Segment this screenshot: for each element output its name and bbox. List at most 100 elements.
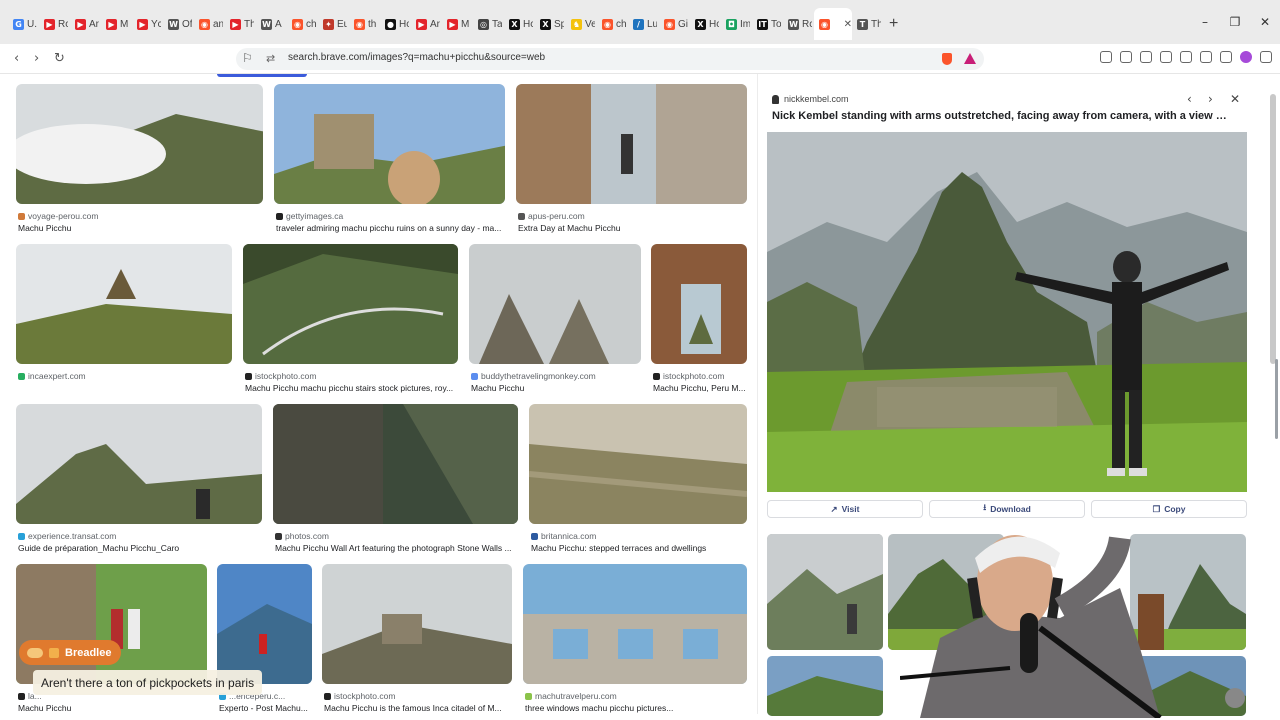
download-button[interactable]: ⭳ Download: [929, 500, 1085, 518]
result-caption[interactable]: Experto - Post Machu...: [219, 703, 314, 713]
panel-scrollbar[interactable]: [1270, 94, 1276, 364]
result-thumbnail[interactable]: [16, 244, 232, 364]
result-caption[interactable]: Machu Picchu: [18, 703, 209, 713]
next-image-icon[interactable]: ›: [1208, 92, 1213, 106]
new-tab-icon[interactable]: +: [889, 15, 898, 33]
related-image[interactable]: [767, 656, 883, 716]
back-icon[interactable]: ‹: [14, 51, 19, 66]
result-caption[interactable]: traveler admiring machu picchu ruins on …: [276, 223, 507, 233]
result-thumbnail[interactable]: [16, 84, 263, 204]
minimize-icon[interactable]: –: [1190, 15, 1220, 29]
forward-icon[interactable]: ›: [34, 51, 39, 66]
result-source[interactable]: istockphoto.com: [653, 371, 724, 381]
browser-tab[interactable]: ▶ Yc: [132, 8, 163, 40]
browser-tab[interactable]: X Hc: [504, 8, 535, 40]
extension-icon[interactable]: [1120, 51, 1132, 63]
detail-title[interactable]: Nick Kembel standing with arms outstretc…: [772, 110, 1232, 122]
result-source[interactable]: buddythetravelingmonkey.com: [471, 371, 596, 381]
browser-tab[interactable]: WA: [256, 8, 287, 40]
result-caption[interactable]: Machu Picchu Wall Art featuring the phot…: [275, 543, 520, 553]
browser-tab[interactable]: ◘ Im: [721, 8, 752, 40]
close-panel-icon[interactable]: ✕: [1230, 92, 1240, 106]
sidebar-icon[interactable]: [1160, 51, 1172, 63]
reload-icon[interactable]: ↻: [54, 51, 65, 66]
profile-icon[interactable]: [1240, 51, 1252, 63]
detail-source-label[interactable]: nickkembel.com: [784, 94, 849, 104]
copy-button[interactable]: ❐ Copy: [1091, 500, 1247, 518]
browser-tab[interactable]: ◉ Gi: [659, 8, 690, 40]
page-scrollbar[interactable]: [1275, 359, 1278, 439]
result-source[interactable]: machutravelperu.com: [525, 691, 617, 701]
result-thumbnail[interactable]: [243, 244, 458, 364]
result-thumbnail[interactable]: [217, 564, 312, 684]
result-caption[interactable]: Extra Day at Machu Picchu: [518, 223, 749, 233]
result-thumbnail[interactable]: [274, 84, 505, 204]
result-source[interactable]: britannica.com: [531, 531, 596, 541]
result-source[interactable]: voyage-perou.com: [18, 211, 98, 221]
result-thumbnail[interactable]: [273, 404, 518, 524]
browser-tab[interactable]: T Th: [852, 8, 883, 40]
result-thumbnail[interactable]: [529, 404, 747, 524]
result-source[interactable]: incaexpert.com: [18, 371, 86, 381]
result-caption[interactable]: Guide de préparation_Machu Picchu_Caro: [18, 543, 264, 553]
previous-image-icon[interactable]: ‹: [1187, 92, 1192, 106]
browser-tab[interactable]: X Sp: [535, 8, 566, 40]
visit-button[interactable]: ↗ Visit: [767, 500, 923, 518]
result-source[interactable]: istockphoto.com: [245, 371, 316, 381]
result-thumbnail[interactable]: [516, 84, 747, 204]
result-thumbnail[interactable]: [651, 244, 747, 364]
detail-source[interactable]: nickkembel.com: [772, 94, 849, 104]
site-info-icon[interactable]: ⇄: [266, 52, 275, 65]
result-thumbnail[interactable]: [16, 564, 207, 684]
result-thumbnail[interactable]: [523, 564, 747, 684]
browser-tab[interactable]: / Lu: [628, 8, 659, 40]
restore-icon[interactable]: ❐: [1220, 15, 1250, 29]
browser-tab[interactable]: ◉ ch: [597, 8, 628, 40]
result-source[interactable]: photos.com: [275, 531, 329, 541]
wallet-icon[interactable]: [1180, 51, 1192, 63]
url-text[interactable]: search.brave.com/images?q=machu+picchu&s…: [288, 52, 545, 63]
result-source[interactable]: apus-peru.com: [518, 211, 585, 221]
browser-tab[interactable]: ▶ Th: [225, 8, 256, 40]
browser-tab[interactable]: ▶ Ar: [70, 8, 101, 40]
browser-tab[interactable]: ◎ Ta: [473, 8, 504, 40]
browser-tab[interactable]: ◉ ✕: [814, 8, 852, 40]
browser-tab[interactable]: ◉ ch: [287, 8, 318, 40]
result-source[interactable]: experience.transat.com: [18, 531, 116, 541]
brave-rewards-icon[interactable]: [964, 53, 976, 64]
browser-tab[interactable]: W Rc: [783, 8, 814, 40]
related-image[interactable]: [767, 534, 883, 650]
result-caption[interactable]: three windows machu picchu pictures...: [525, 703, 749, 713]
vpn-icon[interactable]: [1220, 51, 1232, 63]
browser-tab[interactable]: ♞ Ve: [566, 8, 597, 40]
result-caption[interactable]: Machu Picchu: stepped terraces and dwell…: [531, 543, 749, 553]
browser-tab[interactable]: ▶ Ar: [411, 8, 442, 40]
browser-tab[interactable]: ▶ M: [442, 8, 473, 40]
result-source[interactable]: gettyimages.ca: [276, 211, 343, 221]
result-caption[interactable]: Machu Picchu is the famous Inca citadel …: [324, 703, 514, 713]
browser-tab[interactable]: ● Hc: [380, 8, 411, 40]
browser-tab[interactable]: ▶ M: [101, 8, 132, 40]
browser-tab[interactable]: X Hc: [690, 8, 721, 40]
browser-tab[interactable]: ◉ an: [194, 8, 225, 40]
address-bar[interactable]: ⚐ ⇄ search.brave.com/images?q=machu+picc…: [236, 48, 984, 70]
result-caption[interactable]: Machu Picchu machu picchu stairs stock p…: [245, 383, 460, 393]
result-thumbnail[interactable]: [16, 404, 262, 524]
result-caption[interactable]: Machu Picchu: [18, 223, 265, 233]
menu-icon[interactable]: [1260, 51, 1272, 63]
media-icon[interactable]: [1140, 51, 1152, 63]
result-thumbnail[interactable]: [469, 244, 641, 364]
close-window-icon[interactable]: ✕: [1250, 15, 1280, 29]
browser-tab[interactable]: IT To: [752, 8, 783, 40]
browser-tab[interactable]: ✦ Eu: [318, 8, 349, 40]
browser-tab[interactable]: W Of: [163, 8, 194, 40]
browser-tab[interactable]: G U.: [8, 8, 39, 40]
bookmark-icon[interactable]: ⚐: [242, 51, 253, 65]
browser-tab[interactable]: ▶ Rc: [39, 8, 70, 40]
brave-shield-icon[interactable]: [942, 53, 952, 65]
result-caption[interactable]: Machu Picchu: [471, 383, 643, 393]
extension-icon[interactable]: [1100, 51, 1112, 63]
leo-icon[interactable]: [1200, 51, 1212, 63]
close-tab-icon[interactable]: ✕: [844, 19, 852, 30]
detail-image[interactable]: [767, 132, 1247, 492]
